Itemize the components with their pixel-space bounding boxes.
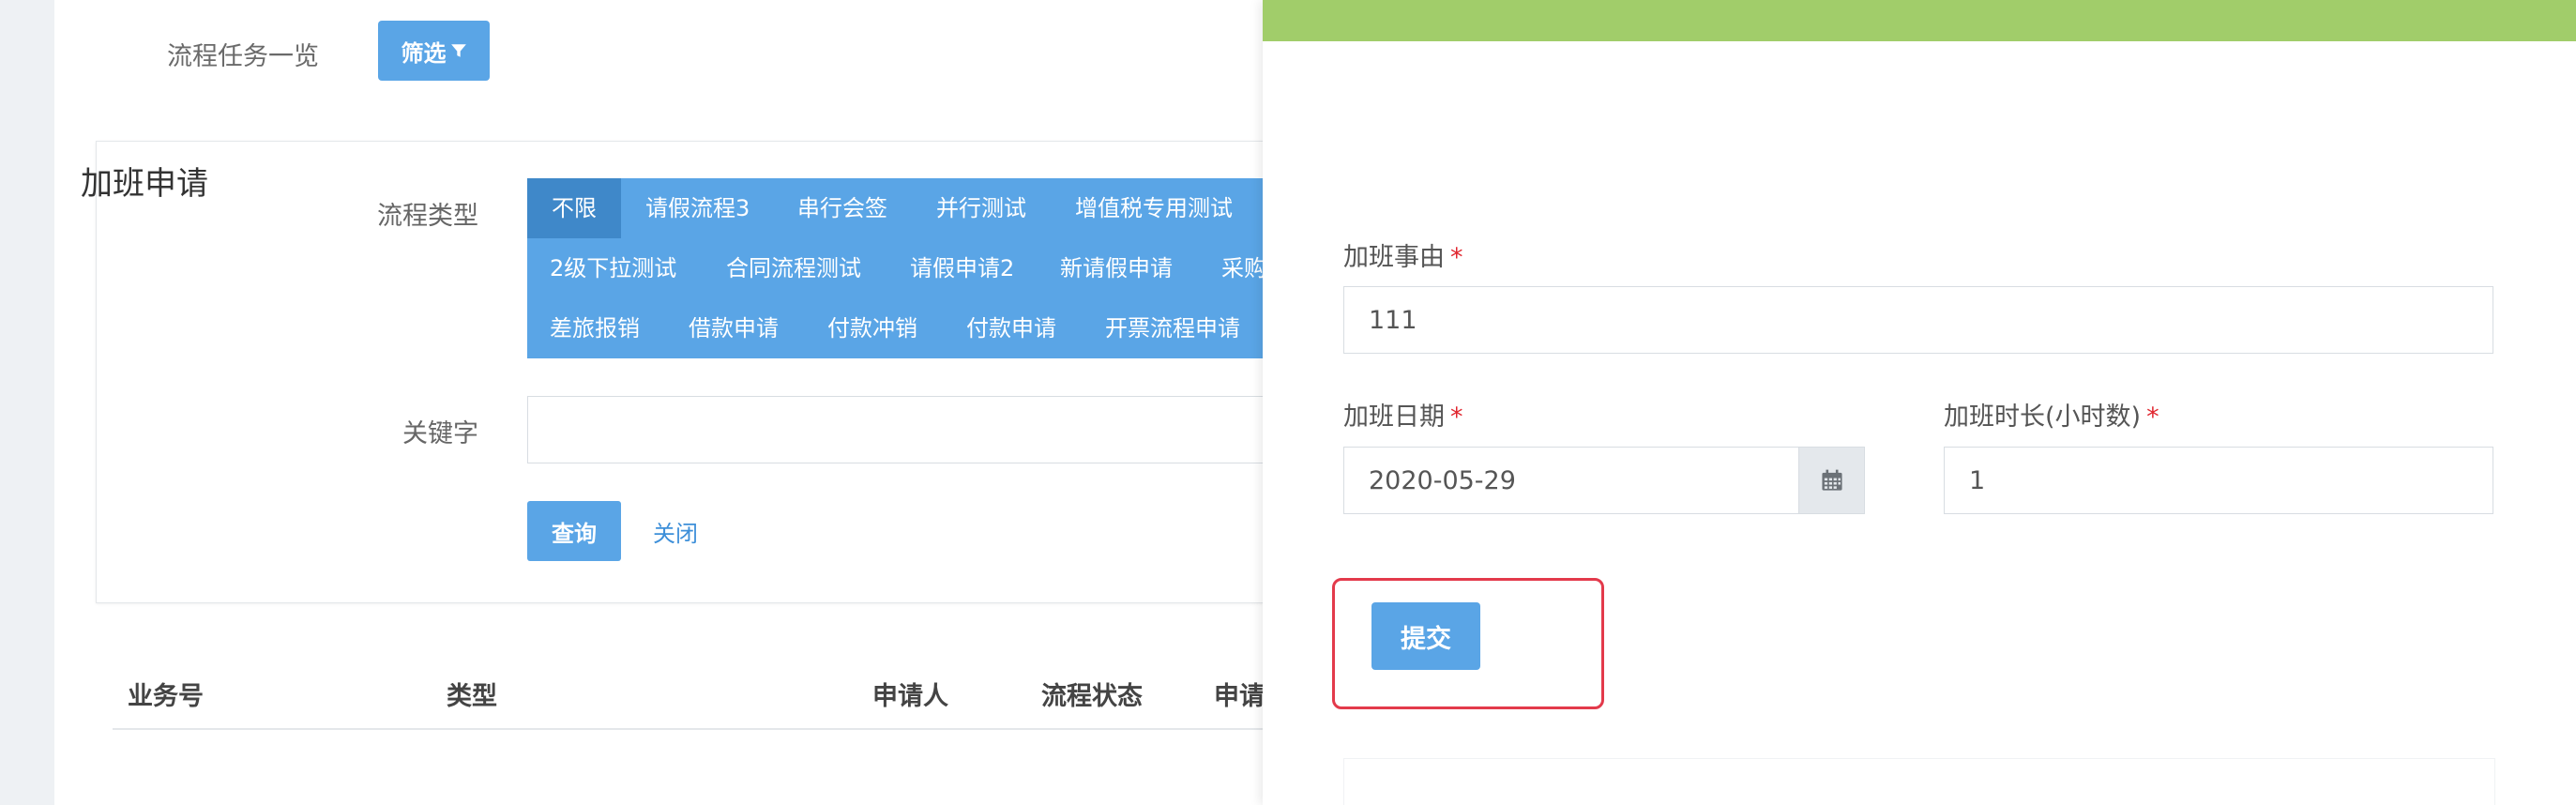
date-label: 加班日期 * [1343,396,1463,433]
type-option[interactable]: 并行测试 [936,178,1026,238]
filter-button-label: 筛选 [401,39,447,67]
close-link[interactable]: 关闭 [653,515,698,548]
type-option[interactable]: 借款申请 [689,298,779,358]
form-title: 加班申请 [81,165,208,203]
required-mark: * [1450,243,1463,272]
date-picker-button[interactable] [1799,447,1865,514]
keyword-label: 关键字 [402,419,478,448]
type-option[interactable]: 请假申请2 [910,238,1014,298]
page-title: 流程任务一览 [167,42,319,71]
calendar-icon [1821,469,1842,491]
keyword-input[interactable] [527,396,1278,463]
reason-value: 111 [1369,305,1417,335]
type-option[interactable]: 开票流程申请 [1105,298,1240,358]
reason-input[interactable]: 111 [1343,286,2493,354]
hours-value: 1 [1969,465,1986,495]
table-header: 业务号 类型 申请人 流程状态 申请 [113,657,1266,730]
reason-label: 加班事由 * [1343,236,1463,273]
type-option[interactable]: 请假流程3 [645,178,750,238]
hours-input[interactable]: 1 [1944,447,2493,514]
reason-label-text: 加班事由 [1343,243,1445,272]
column-header-applicant: 申请人 [872,682,948,711]
type-option[interactable]: 串行会签 [797,178,887,238]
date-input[interactable]: 2020-05-29 [1343,447,1799,514]
drawer-bottom-card [1343,758,2495,805]
type-option[interactable]: 付款申请 [966,298,1056,358]
hours-label: 加班时长(小时数) * [1944,396,2159,433]
type-row: 不限 请假流程3 串行会签 并行测试 增值税专用测试 [527,178,1278,238]
required-mark: * [2146,402,2159,432]
process-type-selector: 不限 请假流程3 串行会签 并行测试 增值税专用测试 2级下拉测试 合同流程测试… [527,178,1278,358]
type-option[interactable]: 合同流程测试 [726,238,861,298]
drawer-top-bar [1263,0,2576,41]
process-type-label: 流程类型 [377,202,478,231]
type-row: 差旅报销 借款申请 付款冲销 付款申请 开票流程申请 [527,298,1278,358]
submit-button[interactable]: 提交 [1371,602,1480,670]
date-value: 2020-05-29 [1369,465,1516,495]
type-option-unlimited[interactable]: 不限 [527,178,621,238]
hours-label-text: 加班时长(小时数) [1944,402,2142,432]
type-option[interactable]: 新请假申请 [1060,238,1173,298]
column-header-business-no: 业务号 [128,682,204,711]
column-header-apply: 申请 [1214,682,1265,711]
column-header-type: 类型 [447,682,497,711]
type-option[interactable]: 增值税专用测试 [1075,178,1233,238]
filter-icon [450,44,466,57]
date-label-text: 加班日期 [1343,402,1445,432]
column-header-status: 流程状态 [1041,682,1143,711]
type-row: 2级下拉测试 合同流程测试 请假申请2 新请假申请 采购 [527,238,1278,298]
filter-button[interactable]: 筛选 [378,21,490,81]
required-mark: * [1450,402,1463,432]
type-option[interactable]: 付款冲销 [827,298,917,358]
query-button[interactable]: 查询 [527,501,621,561]
type-option[interactable]: 2级下拉测试 [550,238,676,298]
type-option[interactable]: 差旅报销 [550,298,640,358]
type-option[interactable]: 采购 [1221,238,1266,298]
